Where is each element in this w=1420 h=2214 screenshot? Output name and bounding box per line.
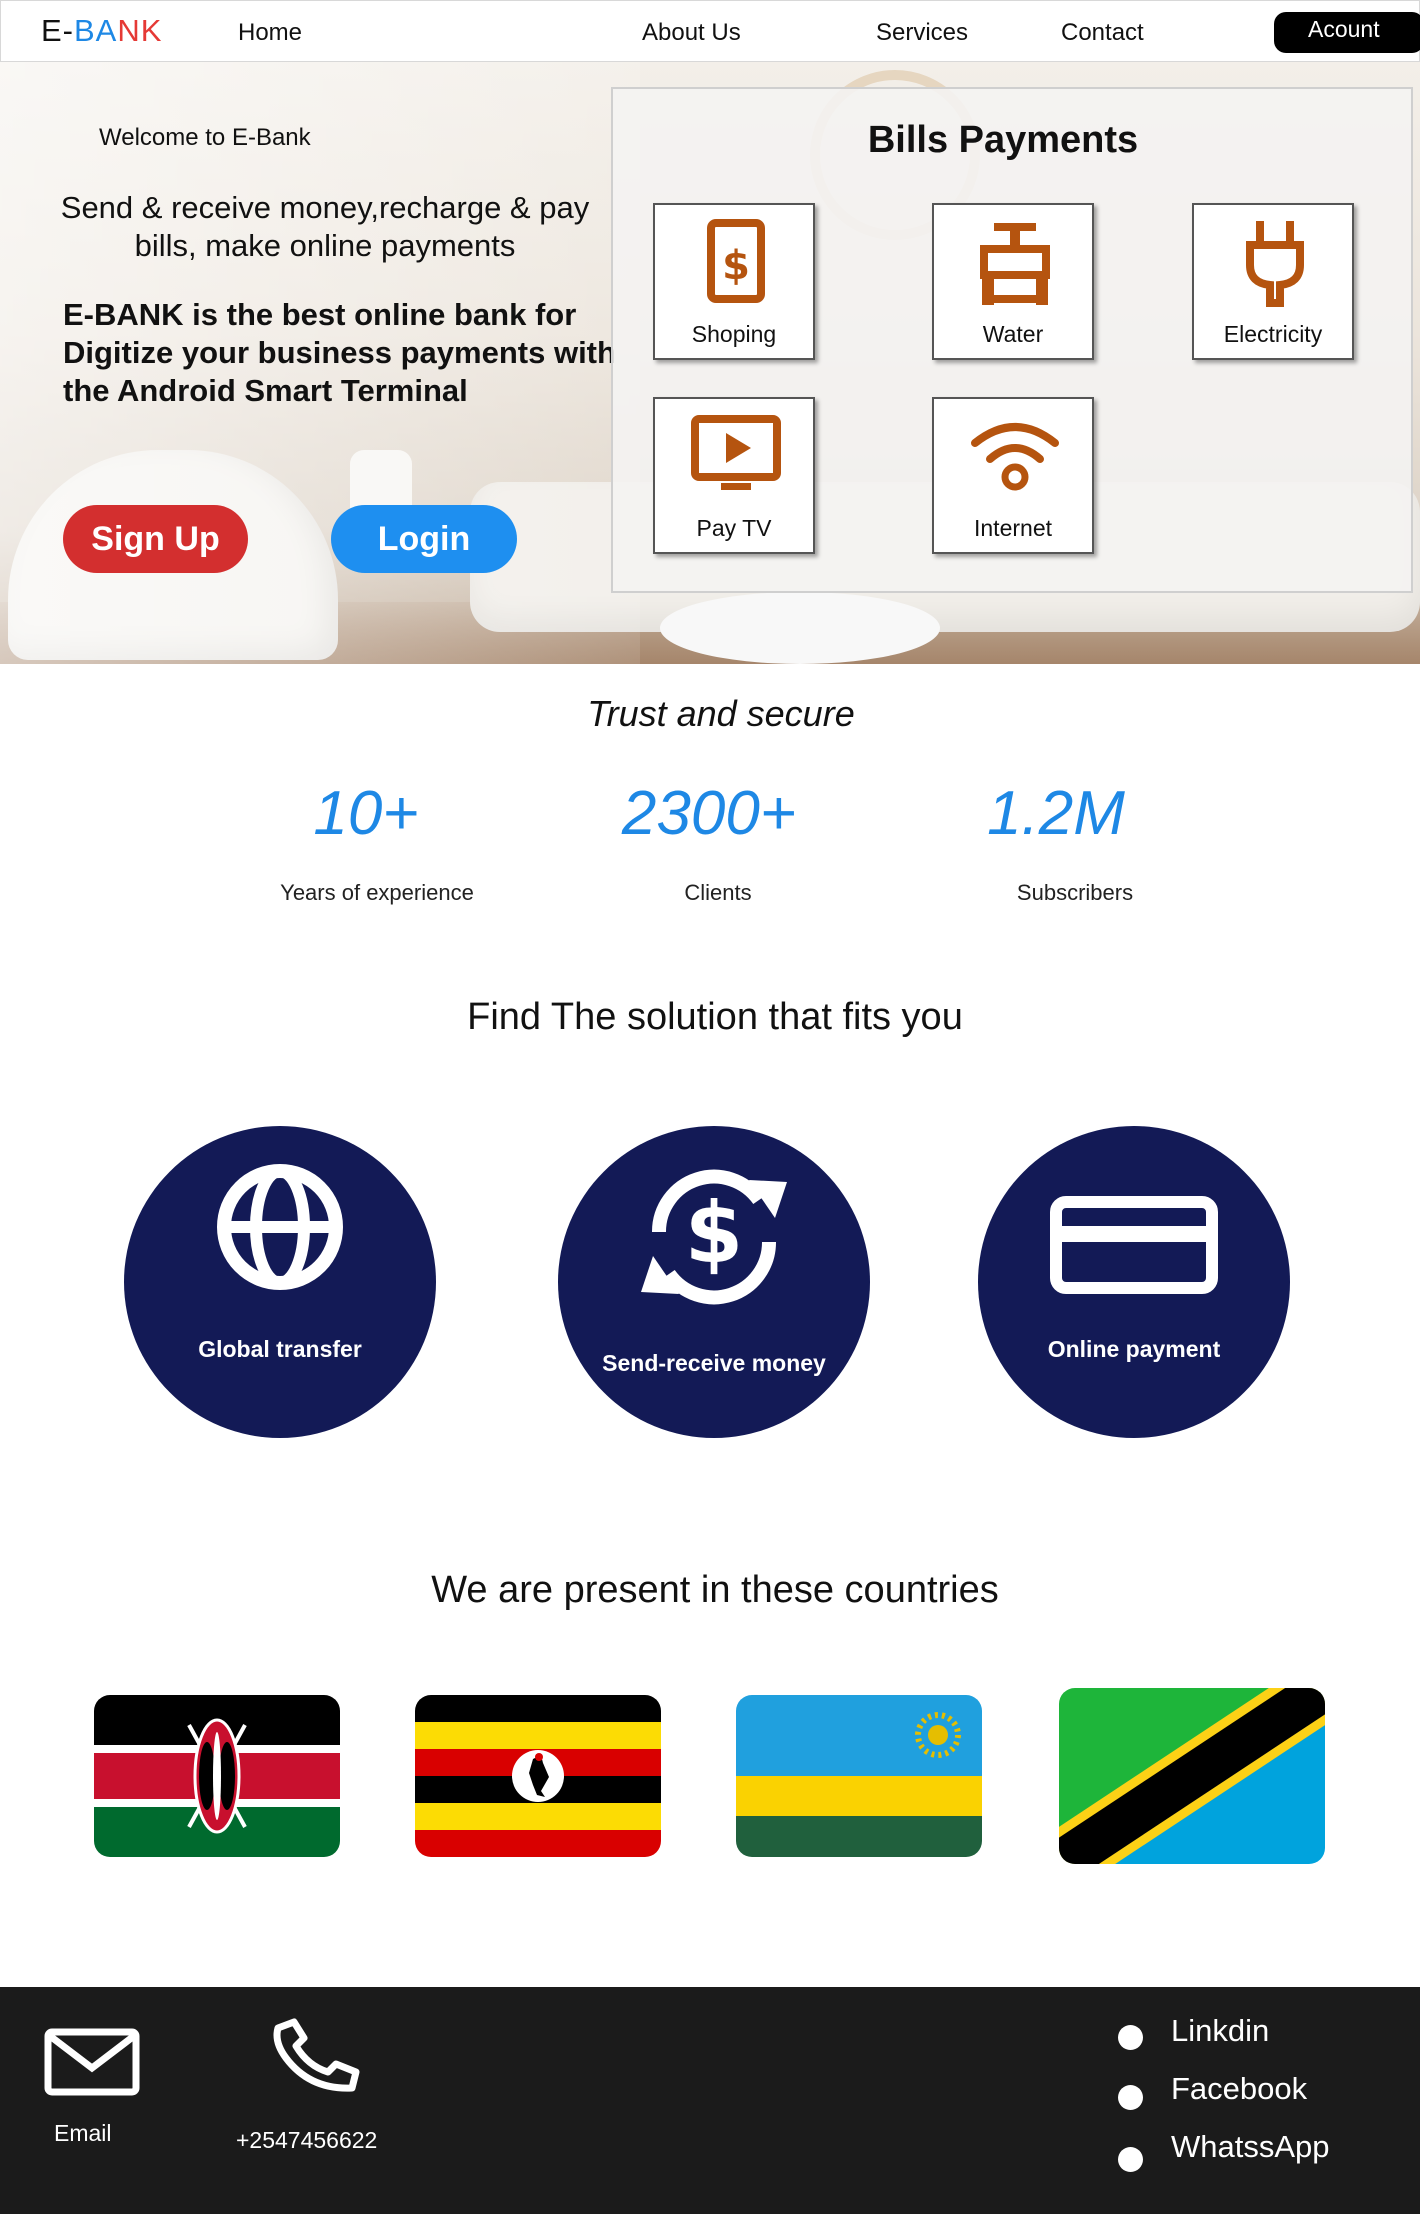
money-exchange-icon: $ <box>641 1169 787 1305</box>
phone-icon[interactable] <box>270 2018 366 2092</box>
svg-text:$: $ <box>722 243 750 289</box>
top-nav: E-BANK Home About Us Services Contact Ac… <box>0 0 1420 62</box>
nav-contact[interactable]: Contact <box>1061 19 1144 47</box>
bullet-dot <box>1118 2147 1143 2172</box>
email-label[interactable]: Email <box>54 2120 112 2147</box>
footer: Email +2547456622 Linkdin Facebook Whats… <box>0 1987 1420 2214</box>
rwanda-flag <box>736 1695 982 1857</box>
svg-text:$: $ <box>685 1184 743 1282</box>
social-label: Linkdin <box>1171 2013 1270 2048</box>
plug-icon <box>1246 221 1304 307</box>
bill-label: Water <box>982 321 1044 347</box>
phone-number[interactable]: +2547456622 <box>236 2127 377 2154</box>
bullet-dot <box>1118 2085 1143 2110</box>
stat-label-years: Years of experience <box>280 880 474 905</box>
solution-label: Global transfer <box>198 1336 362 1362</box>
bill-pay-tv[interactable]: Pay TV <box>653 397 815 554</box>
stat-value-years: 10+ <box>313 779 419 848</box>
nav-home[interactable]: Home <box>238 19 302 47</box>
bill-label: Shoping <box>691 321 777 347</box>
bill-water[interactable]: Water <box>932 203 1094 360</box>
hero-section: Welcome to E-Bank Send & receive money,r… <box>0 62 1420 664</box>
logo[interactable]: E-BANK <box>41 13 162 49</box>
trust-title: Trust and secure <box>587 693 855 734</box>
solution-label: Send-receive money <box>602 1350 826 1376</box>
logo-part-2: BA <box>74 13 118 48</box>
hero-description: E-BANK is the best online bank for Digit… <box>63 297 616 408</box>
logo-part-3: NK <box>117 13 163 48</box>
bill-electricity[interactable]: Electricity <box>1192 203 1354 360</box>
kenya-flag <box>94 1695 340 1857</box>
solution-label: Online payment <box>1047 1336 1221 1362</box>
bill-label: Electricity <box>1223 321 1323 347</box>
stat-value-clients: 2300+ <box>621 779 797 848</box>
stat-value-subscribers: 1.2M <box>987 779 1125 848</box>
solution-online-payment[interactable]: Online payment <box>978 1126 1290 1438</box>
water-tap-icon <box>980 223 1050 305</box>
credit-card-icon <box>1050 1196 1218 1294</box>
solution-global-transfer[interactable]: Global transfer <box>124 1126 436 1438</box>
wifi-icon <box>971 423 1059 491</box>
signup-button[interactable]: Sign Up <box>63 505 248 573</box>
solutions-title: Find The solution that fits you <box>467 996 963 1038</box>
bill-label: Internet <box>974 515 1052 541</box>
tv-play-icon <box>691 415 781 490</box>
bill-internet[interactable]: Internet <box>932 397 1094 554</box>
bill-shopping[interactable]: $ Shoping <box>653 203 815 360</box>
nav-services[interactable]: Services <box>876 19 968 47</box>
hero-background-table <box>660 592 940 664</box>
tanzania-flag <box>1059 1688 1325 1864</box>
nav-about-us[interactable]: About Us <box>642 19 741 47</box>
dollar-bill-icon: $ <box>707 219 765 303</box>
hero-tagline: Send & receive money,recharge & pay bill… <box>60 190 590 263</box>
email-icon[interactable] <box>44 2028 140 2096</box>
bill-label: Pay TV <box>696 515 772 541</box>
login-button[interactable]: Login <box>331 505 517 573</box>
welcome-text: Welcome to E-Bank <box>99 124 311 151</box>
bills-payments-title: Bills Payments <box>867 119 1139 161</box>
countries-title: We are present in these countries <box>431 1569 999 1611</box>
stat-label-clients: Clients <box>684 880 752 905</box>
social-label: Facebook <box>1171 2071 1308 2106</box>
account-button[interactable]: Acount <box>1274 12 1420 53</box>
bullet-dot <box>1118 2025 1143 2050</box>
social-label: WhatssApp <box>1171 2129 1330 2164</box>
stat-label-subscribers: Subscribers <box>1016 880 1134 905</box>
globe-icon <box>217 1164 343 1290</box>
solution-send-receive-money[interactable]: $ Send-receive money <box>558 1126 870 1438</box>
uganda-flag <box>415 1695 661 1857</box>
logo-part-1: E- <box>41 13 74 48</box>
bills-payments-panel: Bills Payments $ Shoping Water Electrici… <box>611 87 1413 593</box>
